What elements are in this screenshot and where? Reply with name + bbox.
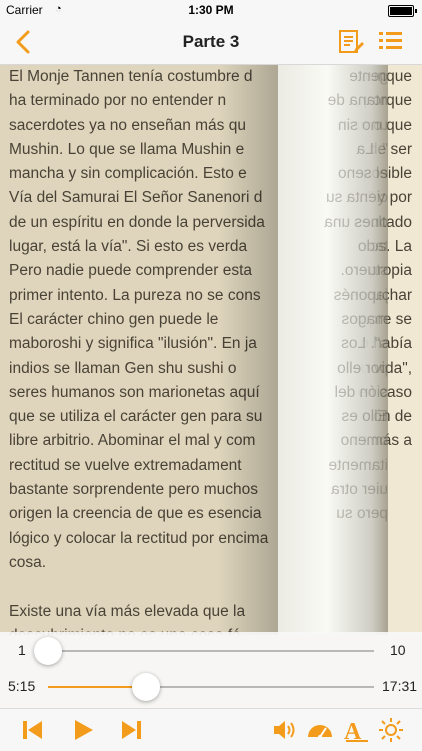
text-line: seres humanos son marionetas aquí	[9, 383, 260, 401]
text-line: de un espíritu en donde la perversida	[9, 213, 265, 231]
play-button[interactable]	[70, 717, 96, 743]
current-page: El Monje Tannen tenía costumbre d ha term…	[0, 65, 278, 635]
notes-edit-icon	[339, 30, 364, 53]
font-slider-min: 1	[18, 642, 26, 658]
text-line: ntana de	[327, 92, 388, 110]
audio-total-time: 17:31	[382, 678, 418, 694]
text-line: omeno	[340, 432, 388, 450]
text-line: rectitud se vuelve extremadament	[9, 456, 242, 474]
audio-slider-track[interactable]	[48, 673, 374, 701]
skip-forward-icon	[122, 721, 141, 739]
svg-text:A: A	[344, 719, 362, 743]
font-slider-track[interactable]	[34, 637, 374, 665]
text-line: japonés	[333, 286, 388, 304]
battery-icon	[388, 5, 417, 17]
text-line: cosa.	[9, 553, 47, 571]
text-line: Mushin. Lo que se llama Mushin e	[9, 140, 245, 158]
current-page-text: El Monje Tannen tenía costumbre d ha term…	[9, 65, 278, 635]
font-size-slider[interactable]: 1 10	[0, 636, 422, 666]
reader-controls: 1 10 5:15 17:31	[0, 632, 422, 708]
text-line: Vía del Samurai El Señor Sanenori d	[9, 189, 263, 207]
text-line: ha terminado por no entender n	[9, 92, 227, 110]
navigation-bar: Parte 3	[0, 20, 422, 65]
table-of-contents-button[interactable]	[378, 29, 404, 55]
audio-progress-slider[interactable]: 5:15 17:31	[0, 672, 422, 702]
text-line: El Monje Tannen tenía costumbre d	[9, 68, 253, 85]
notes-button[interactable]	[338, 29, 364, 55]
text-line: por ello	[337, 359, 388, 377]
text-line: El carácter chino gen puede le	[9, 310, 219, 328]
book-page-area[interactable]: aunque, porquemismo quede serposible" y …	[0, 65, 422, 635]
speed-gauge-icon	[308, 725, 332, 739]
text-line: ones una	[324, 213, 388, 231]
text-line: s". Los	[341, 335, 388, 353]
status-bar: Carrier ◔ 1:30 PM	[0, 0, 422, 20]
text-line: primer intento. La pureza no se cons	[9, 286, 261, 304]
text-line: cienta su	[325, 189, 388, 207]
skip-back-icon	[23, 721, 42, 739]
text-line: gente	[349, 68, 388, 85]
text-line: lógico y colocar la rectitud por encima	[9, 529, 269, 547]
text-line: lugar, está la vía". Si esto es verda	[9, 238, 248, 256]
text-line	[9, 575, 278, 599]
audio-current-time: 5:15	[8, 678, 36, 694]
text-line: sión del	[334, 383, 388, 401]
text-line: mancha y sin complicación. Esto e	[9, 165, 247, 183]
audio-slider-thumb[interactable]	[131, 673, 160, 701]
page-curl-mirror-text: gente ntana de uno sin ". La el seno cienta s…	[288, 65, 388, 527]
volume-button[interactable]	[272, 717, 298, 743]
text-line: magos	[341, 310, 388, 328]
skip-forward-button[interactable]	[118, 717, 144, 743]
skip-back-button[interactable]	[20, 717, 46, 743]
text-line: uier otra	[331, 481, 388, 499]
text-line: Pero nadie puede comprender esta	[9, 262, 252, 280]
play-icon	[75, 720, 93, 740]
text-line: stuero.	[340, 262, 388, 280]
text-line: que se utiliza el carácter gen para su	[9, 408, 263, 426]
brightness-button[interactable]	[378, 717, 404, 743]
text-line: uno sin	[338, 116, 388, 134]
font-slider-thumb[interactable]	[34, 637, 62, 665]
font-settings-button[interactable]: A	[342, 717, 370, 745]
text-line: maboroshi y significa "ilusión". En ja	[9, 335, 257, 353]
text-line: bastante sorprendente pero muchos	[9, 481, 259, 499]
text-line: libre arbitrio. Abominar el mal y com	[9, 432, 256, 450]
text-line: pero su	[336, 505, 388, 523]
font-size-icon: A	[344, 719, 368, 745]
font-slider-max: 10	[390, 642, 406, 658]
bottom-toolbar: A	[0, 708, 422, 751]
text-line: origen la creencia de que es esencia	[9, 505, 262, 523]
text-line: sacerdotes ya no enseñan más qu	[9, 116, 246, 134]
text-line: Existe una vía más elevada que la	[9, 602, 246, 620]
brightness-icon	[379, 718, 403, 742]
volume-icon	[274, 721, 295, 739]
list-icon	[379, 32, 402, 49]
text-line: indios se llaman Gen shu sushi o	[9, 359, 237, 377]
text-line: Ello es	[341, 408, 388, 426]
text-line: ". La	[356, 140, 388, 158]
text-line: itamente	[328, 456, 388, 474]
text-line: tado	[357, 238, 388, 256]
text-line: el seno	[338, 165, 388, 183]
status-time: 1:30 PM	[188, 3, 234, 17]
speed-button[interactable]	[306, 717, 334, 743]
